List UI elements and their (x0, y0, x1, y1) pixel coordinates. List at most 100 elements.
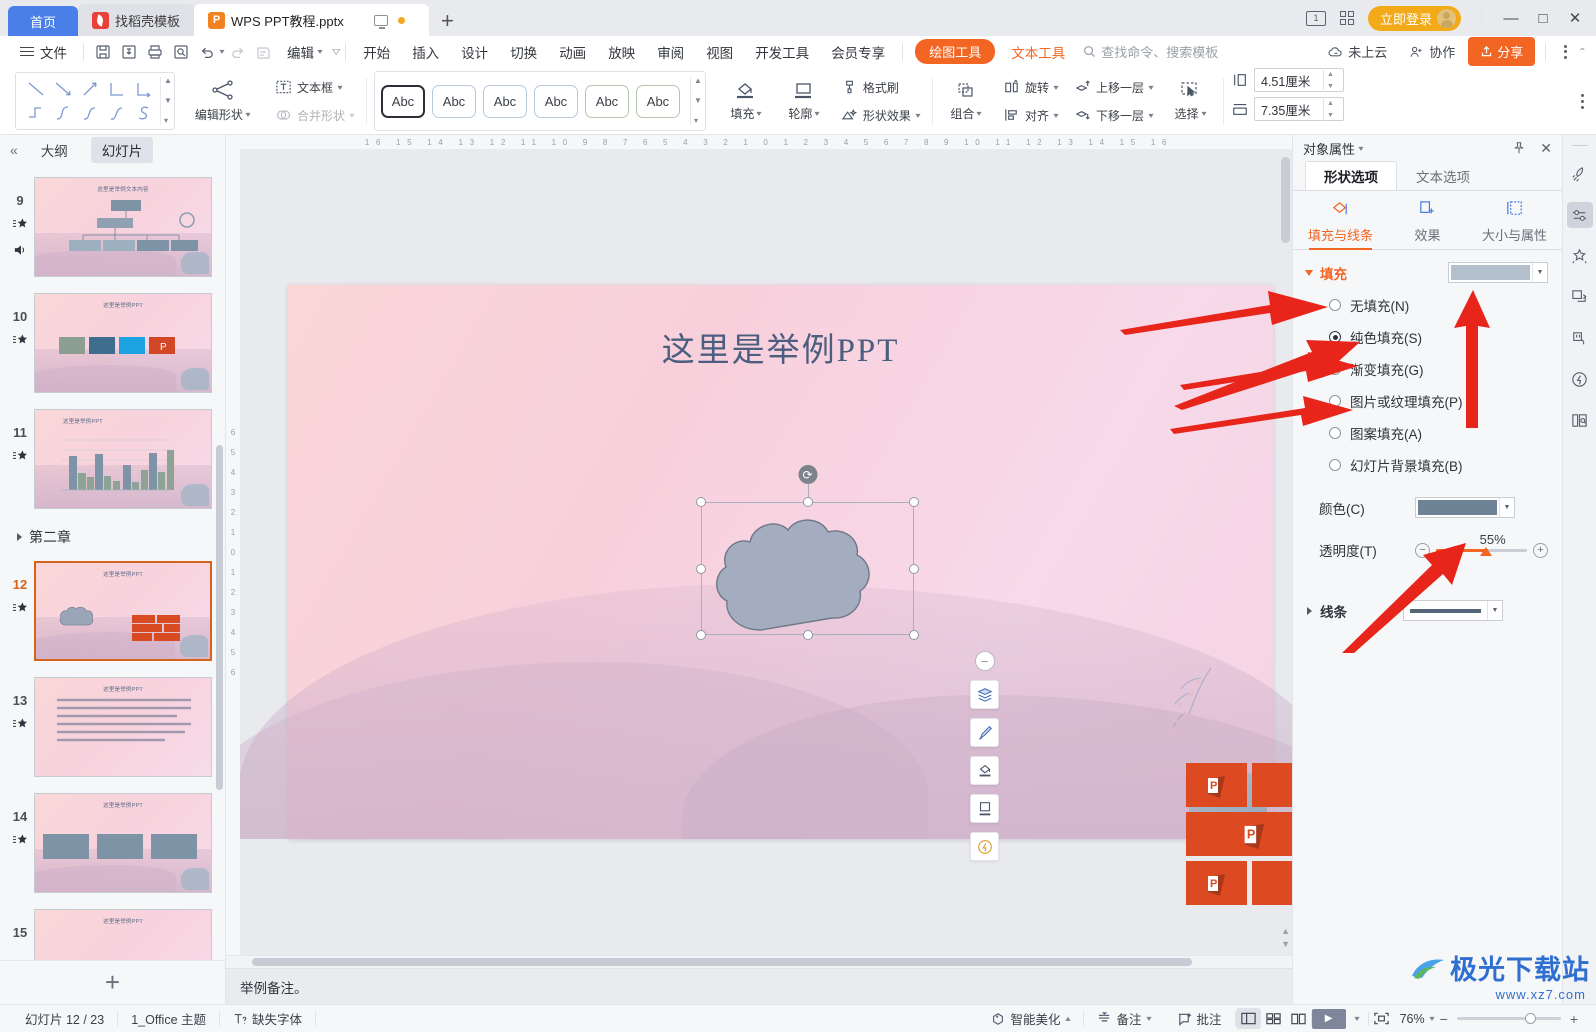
shape-style-3[interactable]: Abc (482, 84, 527, 118)
export-icon[interactable] (1567, 284, 1593, 310)
line-freeform-icon[interactable] (130, 101, 157, 125)
list-item[interactable]: 9 这里是举例文本内容 (0, 171, 225, 287)
style-gallery-scroll[interactable]: ▲ ▼ ▾ (689, 77, 702, 125)
tab-slides[interactable]: 幻灯片 (90, 137, 154, 163)
menu-item-animation[interactable]: 动画 (548, 36, 597, 68)
menu-item-drawing-tools[interactable]: 绘图工具 (915, 39, 996, 64)
fill-preview-dropdown[interactable]: ▼ (1448, 262, 1548, 283)
fill-option-slide-background[interactable]: 幻灯片背景填充(B) (1329, 455, 1548, 475)
more-options-icon[interactable] (1556, 44, 1575, 59)
redo-icon[interactable] (224, 41, 250, 63)
resize-handle-s[interactable] (802, 630, 813, 640)
fill-button[interactable]: 填充 ▾ (720, 78, 772, 124)
line-elbow-arrow-icon[interactable] (130, 77, 157, 101)
animation-star-icon[interactable] (12, 601, 28, 618)
group-button[interactable]: 组合 ▾ (940, 78, 992, 124)
ppt-tile[interactable]: P (1186, 812, 1292, 856)
line-curve-icon[interactable] (49, 101, 76, 125)
select-button[interactable]: 选择 ▾ (1164, 78, 1216, 124)
bring-forward-button[interactable]: 上移一层 ▾ (1069, 77, 1158, 98)
animation-star-icon[interactable] (12, 333, 28, 350)
shape-style-5[interactable]: Abc (584, 84, 629, 118)
add-slide-button[interactable]: + (0, 960, 225, 1004)
normal-view-icon[interactable] (1235, 1008, 1261, 1029)
fill-option-gradient[interactable]: 渐变填充(G) (1329, 359, 1548, 379)
slide-thumbnail[interactable]: 这里是举例PPT (34, 793, 212, 893)
slide-thumbnail-current[interactable]: 这里是举例PPT (34, 561, 212, 661)
smart-beautify-button[interactable]: 智能美化 ▴ (978, 1009, 1082, 1028)
canvas-scroll-arrows[interactable]: ▲ ▼ (1281, 926, 1290, 949)
font-warning[interactable]: 缺失字体 (220, 1009, 315, 1028)
zoom-in-button[interactable]: + (1570, 1011, 1584, 1027)
resize-handle-ne[interactable] (909, 497, 919, 507)
text-box-button[interactable]: 文本框 ▾ (270, 77, 359, 98)
slide-thumbnail[interactable]: 这里是举例PPT (34, 909, 212, 960)
transparency-slider[interactable]: − 55% + (1415, 532, 1548, 558)
slide-thumbnail[interactable]: 这里是举例PPT (34, 677, 212, 777)
menu-item-design[interactable]: 设计 (450, 36, 499, 68)
rotate-button[interactable]: 旋转 ▾ (998, 77, 1063, 98)
brush-icon[interactable] (970, 718, 999, 747)
line-curve2-icon[interactable] (76, 101, 103, 125)
rotate-icon[interactable]: ⟳ (798, 465, 817, 484)
ribbon-more-icon[interactable] (1573, 93, 1596, 109)
list-item[interactable]: 14 这里是举例PPT (0, 787, 225, 903)
animation-star-icon[interactable] (12, 449, 28, 466)
width-spinner[interactable]: ▲ ▼ (1323, 97, 1337, 121)
menu-item-text-tools[interactable]: 文本工具 (1001, 42, 1075, 62)
edit-lock-icon[interactable] (250, 41, 276, 63)
fill-color-dropdown[interactable]: ▼ (1415, 497, 1515, 518)
canvas-horizontal-scrollbar[interactable] (226, 955, 1292, 968)
slide-thumbnail[interactable]: 这里是举例文本内容 (34, 177, 212, 277)
line-gallery-scroll[interactable]: ▲ ▼ ▾ (160, 77, 172, 125)
list-item[interactable]: 10 这里是举例PPT P (0, 287, 225, 403)
command-search[interactable]: 查找命令、搜索模板 (1083, 42, 1218, 61)
format-brush-button[interactable]: 格式刷 (836, 77, 925, 98)
ppt-logo-grid[interactable]: P P P P (1186, 763, 1292, 910)
notes-toggle-button[interactable]: 备注 ▾ (1084, 1009, 1164, 1028)
shape-style-2[interactable]: Abc (431, 84, 476, 118)
transparency-thumb[interactable] (1480, 546, 1493, 556)
shape-style-4[interactable]: Abc (533, 84, 578, 118)
line-arrow-icon[interactable] (49, 77, 76, 101)
tab-shape-options[interactable]: 形状选项 (1305, 161, 1397, 190)
ppt-tile[interactable]: P (1186, 861, 1247, 905)
lightning-shield-icon[interactable] (1567, 366, 1593, 392)
animation-star-icon[interactable] (12, 833, 28, 850)
chevron-down-icon[interactable]: ▼ (1499, 498, 1514, 517)
chevron-down-icon[interactable]: ▼ (1532, 263, 1547, 282)
tab-text-options[interactable]: 文本选项 (1397, 161, 1489, 190)
print-preview-icon[interactable] (168, 41, 194, 63)
tab-outline[interactable]: 大纲 (30, 137, 79, 163)
menu-item-review[interactable]: 审阅 (646, 36, 695, 68)
chapter-group-header[interactable]: 第二章 (0, 519, 225, 555)
selected-cloud-shape[interactable]: ⟳ (696, 465, 919, 640)
subtab-effects[interactable]: 效果 (1384, 199, 1471, 250)
fit-screen-icon[interactable] (1369, 1008, 1394, 1029)
subtab-size-properties[interactable]: 大小与属性 (1471, 199, 1558, 250)
save-icon[interactable] (90, 41, 116, 63)
animation-star-icon[interactable] (12, 217, 28, 234)
zoom-out-button[interactable]: − (1440, 1011, 1448, 1027)
collapse-left-icon[interactable]: « (10, 142, 18, 158)
height-spinner[interactable]: ▲ ▼ (1323, 68, 1337, 92)
vertical-ruler[interactable]: 6543210123456 (226, 149, 240, 955)
close-button[interactable]: ✕ (1566, 9, 1584, 27)
resize-handle-e[interactable] (909, 563, 919, 574)
transparency-increase-button[interactable]: + (1533, 542, 1548, 558)
tab-overview-icon[interactable] (1339, 11, 1354, 25)
layers-icon[interactable] (970, 680, 999, 709)
line-connector-icon[interactable] (22, 101, 49, 125)
line-double-arrow-icon[interactable] (76, 77, 103, 101)
shape-effect-button[interactable]: 形状效果 ▾ (836, 105, 925, 126)
menu-item-transition[interactable]: 切换 (499, 36, 548, 68)
line-elbow-icon[interactable] (103, 77, 130, 101)
book-search-icon[interactable] (1567, 407, 1593, 433)
undo-icon[interactable] (194, 41, 220, 63)
list-item[interactable]: 11 这里是举例PPT (0, 403, 225, 519)
subtab-fill-and-line[interactable]: 填充与线条 (1297, 199, 1384, 250)
shape-style-1[interactable]: Abc (380, 84, 425, 118)
theme-name[interactable]: 1_Office 主题 (118, 1009, 219, 1028)
sliders-icon[interactable] (1566, 202, 1593, 228)
play-icon[interactable]: ▶ (1311, 1008, 1346, 1029)
